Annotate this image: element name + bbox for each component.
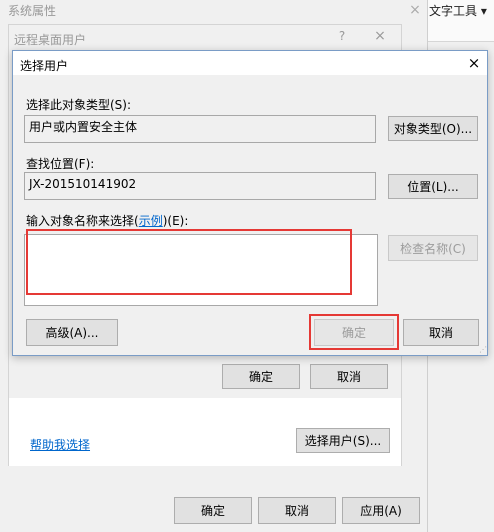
system-properties-ok-button[interactable]: 确定 — [174, 497, 252, 524]
names-input-highlight-box — [26, 229, 352, 295]
help-icon[interactable]: ? — [334, 27, 350, 45]
object-type-label: 选择此对象类型(S): — [26, 98, 132, 112]
object-type-field: 用户或内置安全主体 — [24, 115, 376, 143]
examples-link[interactable]: 示例 — [139, 214, 163, 228]
locations-button[interactable]: 位置(L)... — [388, 174, 478, 199]
select-users-titlebar — [13, 51, 487, 75]
ok-button-highlight-box — [309, 314, 399, 350]
remote-desktop-users-close-icon[interactable]: × — [370, 26, 390, 46]
check-names-button[interactable]: 检查名称(C) — [388, 235, 478, 261]
object-types-button[interactable]: 对象类型(O)... — [388, 116, 478, 141]
advanced-button[interactable]: 高级(A)... — [26, 319, 118, 346]
object-names-label-prefix: 输入对象名称来选择( — [26, 214, 139, 228]
select-users-cancel-button[interactable]: 取消 — [403, 319, 479, 346]
resize-grip-icon[interactable]: ⋰ — [479, 346, 487, 354]
remote-desktop-ok-button[interactable]: 确定 — [222, 364, 300, 389]
help-me-choose-link[interactable]: 帮助我选择 — [30, 436, 90, 453]
location-field: JX-201510141902 — [24, 172, 376, 200]
system-properties-cancel-button[interactable]: 取消 — [258, 497, 336, 524]
remote-desktop-cancel-button[interactable]: 取消 — [310, 364, 388, 389]
select-users-button[interactable]: 选择用户(S)... — [296, 428, 390, 453]
select-users-title: 选择用户 — [20, 59, 69, 73]
object-names-label: 输入对象名称来选择(示例)(E): — [26, 212, 188, 229]
remote-desktop-users-title: 远程桌面用户 — [14, 33, 87, 47]
object-names-label-suffix: )(E): — [162, 214, 189, 228]
select-users-close-icon[interactable]: × — [464, 53, 484, 73]
system-properties-apply-button[interactable]: 应用(A) — [342, 497, 420, 524]
location-label: 查找位置(F): — [26, 157, 95, 171]
ribbon-tab-text-tools[interactable]: 文字工具 ▾ — [429, 2, 487, 19]
system-properties-title: 系统属性 — [8, 4, 57, 18]
system-properties-close-icon[interactable]: × — [404, 0, 426, 20]
